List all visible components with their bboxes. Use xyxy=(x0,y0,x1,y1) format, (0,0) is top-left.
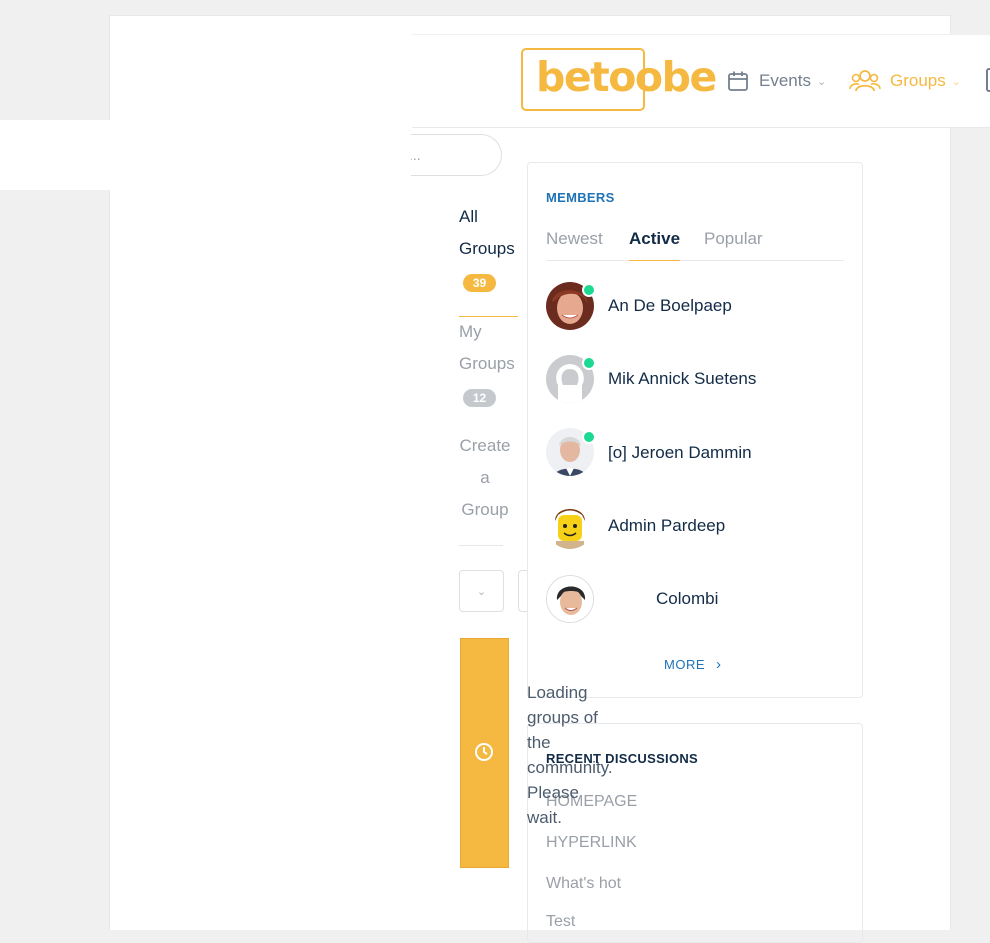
online-status-dot xyxy=(582,283,596,297)
loading-message: Loading groups of the community. Please … xyxy=(527,683,613,827)
members-widget-title: MEMBERS xyxy=(546,190,615,205)
all-groups-count-badge: 39 xyxy=(463,274,496,292)
tab-my-groups[interactable]: My Groups xyxy=(459,316,515,380)
discussion-link[interactable]: HYPERLINK xyxy=(546,834,637,852)
members-tab-active[interactable]: Active xyxy=(629,229,680,249)
clock-icon xyxy=(475,743,493,761)
chevron-down-icon: ⌄ xyxy=(476,585,487,598)
my-groups-count-badge: 12 xyxy=(463,389,496,407)
order-by-select[interactable]: ⌄ xyxy=(459,570,504,612)
nav-groups-label: Groups xyxy=(890,71,946,90)
member-name[interactable]: [o] Jeroen Dammin xyxy=(608,443,752,463)
members-more-link[interactable]: MORE xyxy=(664,657,705,672)
tab-all-groups-label-2: Groups xyxy=(459,239,515,258)
member-name[interactable]: Admin Pardeep xyxy=(608,516,725,536)
tab-all-groups-label-1: All xyxy=(459,207,478,226)
nav-groups[interactable]: Groups ⌄ xyxy=(849,66,961,96)
member-name[interactable]: Colombi xyxy=(656,589,718,609)
tab-create-group-label-3: Group xyxy=(461,500,509,519)
nav-events[interactable]: Events ⌄ xyxy=(727,66,826,96)
nav-events-label: Events xyxy=(759,71,811,90)
online-status-dot xyxy=(582,356,596,370)
left-blank-area xyxy=(0,120,411,190)
site-logo[interactable]: betoobe xyxy=(536,53,717,101)
members-tabs-line xyxy=(546,260,844,261)
avatar[interactable] xyxy=(546,501,594,549)
discussion-link[interactable]: What's hot xyxy=(546,875,621,893)
avatar[interactable] xyxy=(546,575,594,623)
discussion-link[interactable]: Test xyxy=(546,913,575,931)
online-status-dot xyxy=(582,430,596,444)
chevron-right-icon[interactable]: › xyxy=(716,656,721,673)
members-active-tab-underline xyxy=(629,260,680,261)
tab-create-group[interactable]: Create a Group xyxy=(459,430,511,526)
member-name[interactable]: An De Boelpaep xyxy=(608,296,732,316)
members-tab-newest[interactable]: Newest xyxy=(546,229,603,249)
tab-create-group-label-2: a xyxy=(480,468,490,487)
tab-my-groups-label-2: Groups xyxy=(459,354,515,373)
tabs-divider xyxy=(459,545,503,546)
search-input[interactable]: ... xyxy=(404,134,502,176)
tab-all-groups[interactable]: All Groups xyxy=(459,201,515,265)
member-name[interactable]: Mik Annick Suetens xyxy=(608,369,756,389)
tab-create-group-label-1: Create xyxy=(459,436,511,455)
nav-overflow-icon[interactable] xyxy=(986,68,990,92)
chevron-down-icon: ⌄ xyxy=(951,75,961,88)
tab-my-groups-label-1: My xyxy=(459,322,482,341)
calendar-icon xyxy=(728,71,748,91)
chevron-down-icon: ⌄ xyxy=(816,75,827,88)
members-tab-popular[interactable]: Popular xyxy=(704,229,763,249)
users-icon xyxy=(849,70,881,92)
